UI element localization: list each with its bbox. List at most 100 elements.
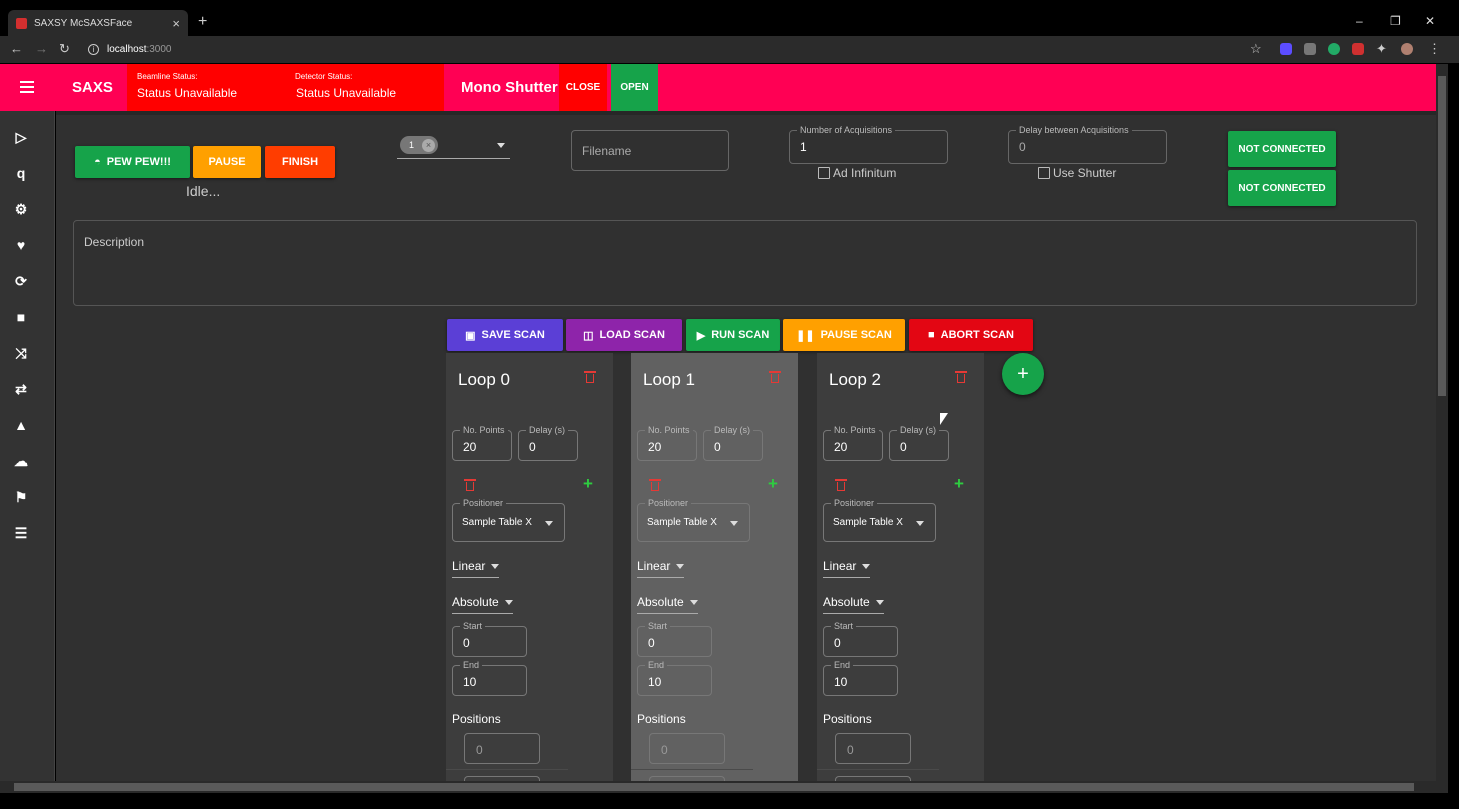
minimize-icon[interactable]: – xyxy=(1356,14,1363,28)
extension-icon[interactable] xyxy=(1304,43,1316,55)
gear-icon[interactable]: ⚙ xyxy=(13,201,29,217)
use-shutter-checkbox[interactable]: Use Shutter xyxy=(1038,166,1116,180)
delete-loop-icon[interactable] xyxy=(769,371,781,383)
start-field[interactable]: Start 0 xyxy=(452,621,527,657)
positions-label: Positions xyxy=(823,712,872,726)
delete-positioner-icon[interactable] xyxy=(649,479,661,491)
reference-select[interactable]: Absolute xyxy=(823,595,884,614)
start-field[interactable]: Start 0 xyxy=(823,621,898,657)
start-field[interactable]: Start 0 xyxy=(637,621,712,657)
delay-field[interactable]: Delay (s) 0 xyxy=(703,425,763,461)
delay-label: Delay (s) xyxy=(711,425,754,435)
bookmark-star-icon[interactable]: ☆ xyxy=(1250,41,1262,57)
delete-positioner-icon[interactable] xyxy=(464,479,476,491)
shuffle-icon[interactable]: ⤨ xyxy=(13,345,29,361)
not-connected-button[interactable]: NOT CONNECTED xyxy=(1228,170,1336,206)
add-positioner-icon[interactable]: + xyxy=(583,474,593,494)
stop-icon: ■ xyxy=(928,329,935,341)
flag-icon[interactable]: ⚑ xyxy=(13,489,29,505)
new-tab-icon[interactable]: + xyxy=(198,13,207,31)
pause-button[interactable]: PAUSE xyxy=(193,146,261,178)
scrollbar-thumb[interactable] xyxy=(14,783,1414,791)
hamburger-menu-icon[interactable] xyxy=(20,81,34,96)
position-field[interactable]: 0 xyxy=(835,733,911,764)
pause-scan-button[interactable]: ❚❚ PAUSE SCAN xyxy=(783,319,905,351)
positioner-select[interactable]: Positioner Sample Table X xyxy=(823,498,936,542)
filename-field[interactable]: Filename xyxy=(571,130,729,171)
save-icon: ▣ xyxy=(465,329,476,342)
extension-icon[interactable] xyxy=(1280,43,1292,55)
add-positioner-icon[interactable]: + xyxy=(768,474,778,494)
mode-select[interactable]: Linear xyxy=(452,559,500,578)
back-icon[interactable]: ← xyxy=(10,41,23,56)
delay-field[interactable]: Delay (s) 0 xyxy=(889,425,949,461)
close-tab-icon[interactable]: × xyxy=(172,16,180,31)
position-field[interactable]: 0 xyxy=(464,733,540,764)
run-scan-button[interactable]: ▶ RUN SCAN xyxy=(686,319,780,351)
positioner-select[interactable]: Positioner Sample Table X xyxy=(452,498,565,542)
delete-loop-icon[interactable] xyxy=(584,371,596,383)
delay-field[interactable]: Delay (s) 0 xyxy=(518,425,578,461)
scrollbar-thumb[interactable] xyxy=(1438,76,1446,396)
delay-value: 0 xyxy=(900,440,907,454)
mode-select[interactable]: Linear xyxy=(637,559,685,578)
delete-loop-icon[interactable] xyxy=(955,371,967,383)
add-loop-button[interactable]: + xyxy=(1002,353,1044,395)
points-field[interactable]: No. Points 20 xyxy=(637,425,697,461)
acquisitions-field[interactable]: Number of Acquisitions 1 xyxy=(789,125,948,164)
ad-infinitum-checkbox[interactable]: Ad Infinitum xyxy=(818,166,896,180)
end-field[interactable]: End 10 xyxy=(637,660,712,696)
horizontal-scrollbar[interactable] xyxy=(0,781,1436,793)
close-window-icon[interactable]: ✕ xyxy=(1425,14,1435,28)
add-positioner-icon[interactable]: + xyxy=(954,474,964,494)
avatar[interactable] xyxy=(1401,43,1413,55)
info-icon[interactable]: i xyxy=(88,43,99,55)
save-scan-button[interactable]: ▣ SAVE SCAN xyxy=(447,319,563,351)
delay-field[interactable]: Delay between Acquisitions 0 xyxy=(1008,125,1167,164)
description-field[interactable]: Description xyxy=(73,220,1417,306)
extension-icon[interactable] xyxy=(1328,43,1340,55)
reference-select[interactable]: Absolute xyxy=(637,595,698,614)
q-icon[interactable]: q xyxy=(13,165,29,181)
chevron-down-icon xyxy=(497,143,505,148)
positions-label: Positions xyxy=(637,712,686,726)
reload-icon[interactable]: ↻ xyxy=(59,41,70,57)
load-scan-button[interactable]: ◫ LOAD SCAN xyxy=(566,319,682,351)
swap-arrows-icon[interactable]: ⇄ xyxy=(13,381,29,397)
chip-remove-icon[interactable]: × xyxy=(422,138,436,152)
end-field[interactable]: End 10 xyxy=(823,660,898,696)
heart-icon[interactable]: ♥ xyxy=(13,237,29,253)
load-icon: ◫ xyxy=(583,329,594,342)
points-field[interactable]: No. Points 20 xyxy=(452,425,512,461)
positioner-select[interactable]: Positioner Sample Table X xyxy=(637,498,750,542)
mono-open-button[interactable]: OPEN xyxy=(611,64,658,111)
points-field[interactable]: No. Points 20 xyxy=(823,425,883,461)
sync-icon[interactable]: ⟳ xyxy=(13,273,29,289)
reference-select[interactable]: Absolute xyxy=(452,595,513,614)
acquisition-status: Idle... xyxy=(186,183,221,199)
warning-icon[interactable]: ▲ xyxy=(13,417,29,433)
vertical-scrollbar[interactable] xyxy=(1436,64,1448,781)
delay-value: 0 xyxy=(1019,140,1026,154)
docker-icon[interactable]: ☁ xyxy=(13,453,29,469)
puzzle-icon[interactable]: ✦ xyxy=(1376,41,1387,57)
forward-icon[interactable]: → xyxy=(35,41,48,56)
browser-tab[interactable]: SAXSY McSAXSFace × xyxy=(8,10,188,36)
mono-close-button[interactable]: CLOSE xyxy=(559,64,607,111)
position-field[interactable]: 0 xyxy=(649,733,725,764)
pew-pew-button[interactable]: ◓ PEW PEW!!! xyxy=(75,146,190,178)
abort-scan-button[interactable]: ■ ABORT SCAN xyxy=(909,319,1033,351)
mode-select[interactable]: Linear xyxy=(823,559,871,578)
not-connected-button[interactable]: NOT CONNECTED xyxy=(1228,131,1336,167)
end-field[interactable]: End 10 xyxy=(452,660,527,696)
database-icon[interactable]: ☰ xyxy=(13,525,29,541)
url-field[interactable]: i localhost:3000 xyxy=(82,39,1262,59)
finish-button[interactable]: FINISH xyxy=(265,146,335,178)
delete-positioner-icon[interactable] xyxy=(835,479,847,491)
extension-icon[interactable] xyxy=(1352,43,1364,55)
menu-dots-icon[interactable]: ⋮ xyxy=(1428,41,1441,57)
restore-icon[interactable]: ❐ xyxy=(1390,14,1401,28)
detector-select[interactable]: 1 × xyxy=(397,134,510,159)
video-camera-icon[interactable]: ■ xyxy=(13,309,29,325)
play-circle-icon[interactable]: ▷ xyxy=(13,129,29,145)
